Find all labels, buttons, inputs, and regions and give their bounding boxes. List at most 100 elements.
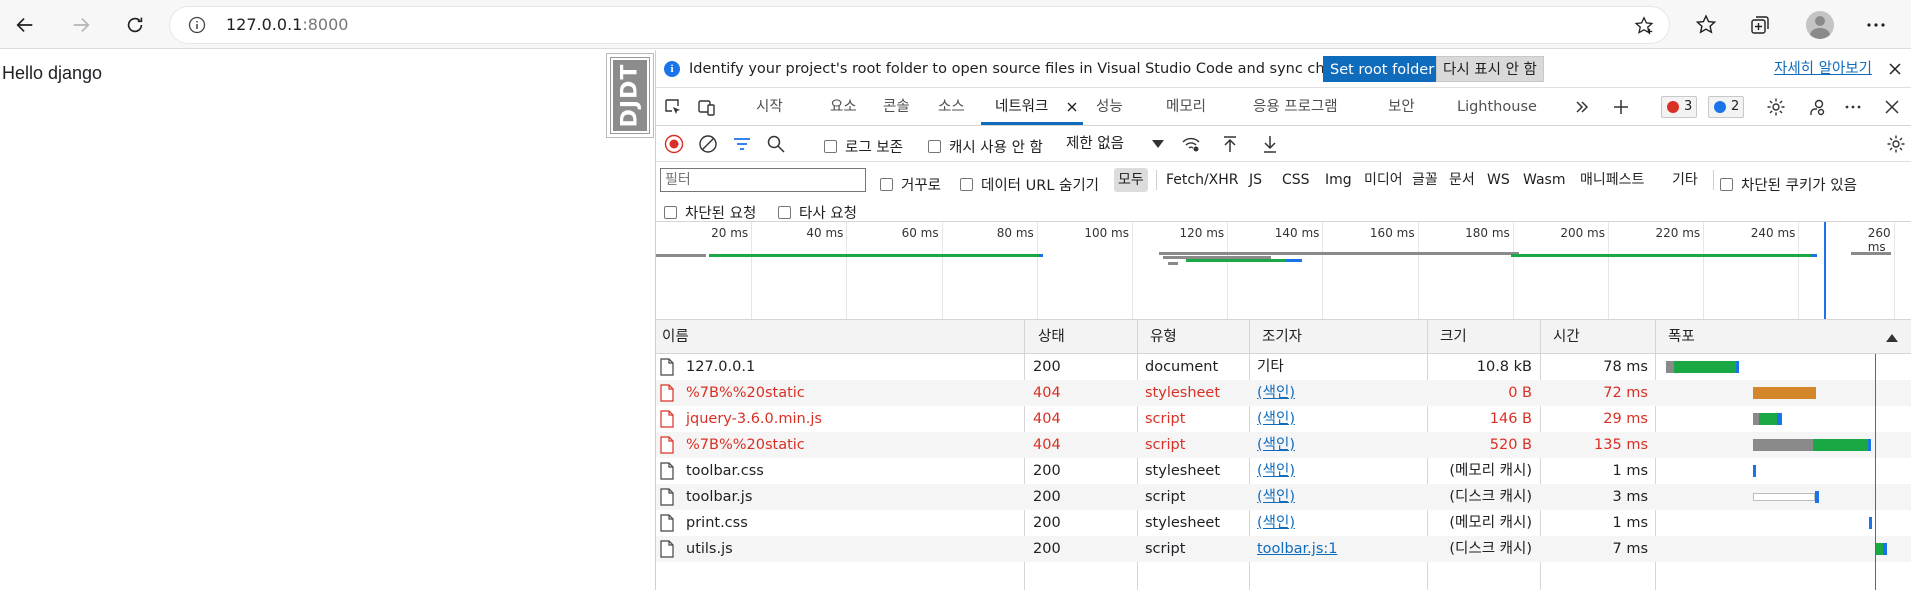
filter-type-js[interactable]: JS xyxy=(1245,168,1266,192)
request-name[interactable]: toolbar.js xyxy=(660,484,752,510)
address-bar[interactable]: 127.0.0.1:8000 xyxy=(170,7,1669,43)
tab-sources[interactable]: 소스 xyxy=(938,88,965,126)
search-button[interactable] xyxy=(765,133,787,155)
add-favorite-icon[interactable] xyxy=(1633,15,1655,37)
filter-input[interactable] xyxy=(660,168,866,192)
preserve-log-checkbox[interactable]: 로그 보존 xyxy=(824,136,903,157)
filter-type-doc[interactable]: 문서 xyxy=(1445,168,1479,192)
filter-type-other[interactable]: 기타 xyxy=(1668,168,1702,192)
table-row[interactable]: utils.js 200 script toolbar.js:1 (디스크 캐시) 7 m… xyxy=(656,536,1911,562)
checkbox-box[interactable] xyxy=(928,140,941,153)
column-header-initiator[interactable]: 조기자 xyxy=(1256,320,1302,354)
dropdown-arrow-icon[interactable] xyxy=(1152,140,1164,148)
forward-button[interactable] xyxy=(64,8,98,42)
filter-type-fetch-xhr[interactable]: Fetch/XHR xyxy=(1162,168,1243,192)
column-header-type[interactable]: 유형 xyxy=(1144,320,1177,354)
column-header-size[interactable]: 크기 xyxy=(1434,320,1467,354)
tab-application[interactable]: 응용 프로그램 xyxy=(1253,88,1338,126)
table-row[interactable]: toolbar.js 200 script (색인) (디스크 캐시) 3 ms xyxy=(656,484,1911,510)
filter-type-font[interactable]: 글꼴 xyxy=(1408,168,1442,192)
blocked-cookies-checkbox[interactable]: 차단된 쿠키가 있음 xyxy=(1720,174,1857,195)
device-emulation-button[interactable] xyxy=(696,96,718,118)
column-header-name[interactable]: 이름 xyxy=(656,320,689,354)
tab-start[interactable]: 시작 xyxy=(756,88,783,126)
column-header-waterfall[interactable]: 폭포 xyxy=(1662,320,1695,354)
filter-type-media[interactable]: 미디어 xyxy=(1360,168,1407,192)
tab-security[interactable]: 보안 xyxy=(1388,88,1415,126)
invert-checkbox[interactable]: 거꾸로 xyxy=(880,174,941,195)
collections-button[interactable] xyxy=(1747,12,1773,38)
column-header-time[interactable]: 시간 xyxy=(1547,320,1580,354)
tab-lighthouse[interactable]: Lighthouse xyxy=(1457,88,1537,126)
more-tabs-button[interactable] xyxy=(1571,96,1593,118)
filter-type-css[interactable]: CSS xyxy=(1278,168,1314,192)
settings-button[interactable] xyxy=(1765,96,1787,118)
third-party-checkbox[interactable]: 타사 요청 xyxy=(778,202,857,223)
disable-cache-checkbox[interactable]: 캐시 사용 안 함 xyxy=(928,136,1043,157)
checkbox-box[interactable] xyxy=(960,178,973,191)
request-initiator[interactable]: (색인) xyxy=(1257,484,1295,510)
table-row[interactable]: toolbar.css 200 stylesheet (색인) (메모리 캐시) 1 ms xyxy=(656,458,1911,484)
request-initiator[interactable]: (색인) xyxy=(1257,458,1295,484)
set-root-folder-button[interactable]: Set root folder xyxy=(1323,56,1442,82)
back-button[interactable] xyxy=(8,8,42,42)
tab-network[interactable]: 네트워크 xyxy=(995,88,1048,126)
close-tab-icon[interactable] xyxy=(1067,102,1077,112)
clear-button[interactable] xyxy=(697,133,719,155)
table-row[interactable]: %7B%%20static 404 script (색인) 520 B 135 ms xyxy=(656,432,1911,458)
request-name[interactable]: %7B%%20static xyxy=(660,380,805,406)
filter-type-all[interactable]: 모두 xyxy=(1114,168,1148,192)
table-row[interactable]: %7B%%20static 404 stylesheet (색인) 0 B 72 ms xyxy=(656,380,1911,406)
dont-show-again-button[interactable]: 다시 표시 안 함 xyxy=(1436,56,1544,82)
filter-type-manifest[interactable]: 매니페스트 xyxy=(1576,168,1648,192)
table-row[interactable]: print.css 200 stylesheet (색인) (메모리 캐시) 1 ms xyxy=(656,510,1911,536)
import-har-button[interactable] xyxy=(1219,133,1241,155)
message-count-badge[interactable]: 2 xyxy=(1708,96,1745,118)
network-settings-button[interactable] xyxy=(1885,133,1907,155)
checkbox-box[interactable] xyxy=(824,140,837,153)
request-name[interactable]: print.css xyxy=(660,510,748,536)
request-name[interactable]: jquery-3.6.0.min.js xyxy=(660,406,822,432)
network-overview-timeline[interactable]: 20 ms 40 ms 60 ms 80 ms 100 ms 120 ms 140 ms 16… xyxy=(656,222,1911,320)
learn-more-link[interactable]: 자세히 알아보기 xyxy=(1774,50,1872,88)
tab-elements[interactable]: 요소 xyxy=(830,88,857,126)
request-name[interactable]: 127.0.0.1 xyxy=(660,354,755,380)
blocked-requests-checkbox[interactable]: 차단된 요청 xyxy=(664,202,756,223)
request-initiator[interactable]: (색인) xyxy=(1257,510,1295,536)
checkbox-box[interactable] xyxy=(778,206,791,219)
table-row[interactable]: jquery-3.6.0.min.js 404 script (색인) 146 B 29 … xyxy=(656,406,1911,432)
checkbox-box[interactable] xyxy=(1720,178,1733,191)
profile-avatar[interactable] xyxy=(1806,11,1834,39)
close-devtools-button[interactable] xyxy=(1881,96,1903,118)
table-row[interactable]: 127.0.0.1 200 document 기타 10.8 kB 78 ms xyxy=(656,354,1911,380)
request-initiator[interactable]: (색인) xyxy=(1257,380,1295,406)
info-icon[interactable] xyxy=(188,16,206,34)
request-initiator[interactable]: (색인) xyxy=(1257,432,1295,458)
hide-data-urls-checkbox[interactable]: 데이터 URL 숨기기 xyxy=(960,174,1099,195)
network-conditions-button[interactable] xyxy=(1180,133,1202,155)
django-debug-toolbar-handle[interactable]: DJDT xyxy=(606,53,654,138)
request-name[interactable]: toolbar.css xyxy=(660,458,764,484)
record-button[interactable] xyxy=(663,133,685,155)
request-initiator[interactable]: (색인) xyxy=(1257,406,1295,432)
customize-button[interactable] xyxy=(1806,96,1828,118)
sort-ascending-icon[interactable] xyxy=(1886,334,1898,342)
throttling-select[interactable]: 제한 없음 xyxy=(1066,132,1124,156)
favorites-button[interactable] xyxy=(1693,12,1719,38)
filter-toggle-button[interactable] xyxy=(731,133,753,155)
error-count-badge[interactable]: 3 xyxy=(1661,96,1698,118)
refresh-button[interactable] xyxy=(118,8,152,42)
inspect-element-button[interactable] xyxy=(662,96,684,118)
close-icon[interactable] xyxy=(1886,60,1904,78)
request-name[interactable]: utils.js xyxy=(660,536,733,562)
tab-performance[interactable]: 성능 xyxy=(1096,88,1123,126)
checkbox-box[interactable] xyxy=(880,178,893,191)
export-har-button[interactable] xyxy=(1259,133,1281,155)
tab-console[interactable]: 콘솔 xyxy=(883,88,910,126)
request-name[interactable]: %7B%%20static xyxy=(660,432,805,458)
filter-type-ws[interactable]: WS xyxy=(1483,168,1514,192)
column-header-status[interactable]: 상태 xyxy=(1032,320,1065,354)
add-tab-button[interactable] xyxy=(1610,96,1632,118)
settings-more-button[interactable] xyxy=(1863,12,1889,38)
filter-type-wasm[interactable]: Wasm xyxy=(1519,168,1569,192)
